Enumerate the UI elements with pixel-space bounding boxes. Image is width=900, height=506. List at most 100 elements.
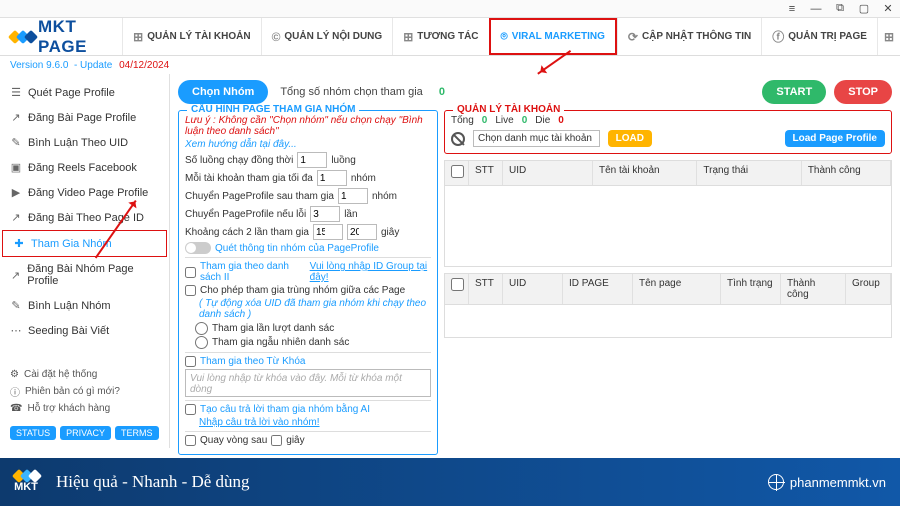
load-button[interactable]: LOAD [608, 130, 652, 147]
headset-icon: ☎ [10, 403, 22, 414]
version-number: 9.6.0 [46, 60, 68, 71]
menu-icon[interactable]: ≡ [786, 3, 798, 15]
allow-duplicate-checkbox[interactable] [185, 285, 196, 296]
update-date: 04/12/2024 [119, 60, 169, 71]
th2-uid: UID [503, 274, 563, 304]
ai-answer-checkbox[interactable] [185, 404, 196, 415]
sidebar-binh-luan-nhom[interactable]: ✎Bình Luận Nhóm [0, 293, 169, 318]
join-random-radio[interactable] [195, 336, 208, 349]
grid-icon: ⊞ [403, 30, 413, 44]
sidebar-dang-video[interactable]: ▶Đăng Video Page Profile [0, 180, 169, 205]
account-category-select[interactable]: Chọn danh mục tài khoản [473, 130, 600, 147]
info-icon: ⓘ [10, 384, 20, 399]
each-account-input[interactable] [317, 170, 347, 186]
switch-after-input[interactable] [338, 188, 368, 204]
minimize-icon[interactable]: — [810, 3, 822, 15]
th2-idpage: ID PAGE [563, 274, 633, 304]
nav-content[interactable]: ©QUẢN LÝ NỘI DUNG [261, 18, 393, 55]
window-titlebar: ≡ — ⧉ ▢ ✕ [0, 0, 900, 18]
footer-tagline: Hiệu quả - Nhanh - Dễ dùng [56, 472, 250, 492]
stop-button[interactable]: STOP [834, 80, 892, 104]
join-sequential-radio[interactable] [195, 322, 208, 335]
pages-table-body [445, 305, 891, 337]
sidebar-footer-links: ⚙Cài đặt hệ thống ⓘPhiên bản có gì mới? … [0, 361, 169, 422]
join-icon: ✚ [13, 237, 25, 250]
keyword-textarea[interactable]: Vui lòng nhập từ khóa vào đây. Mỗi từ kh… [185, 369, 431, 397]
content-area: Chọn Nhóm Tổng số nhóm chọn tham gia 0 S… [170, 74, 900, 448]
sidebar-seeding[interactable]: ⋯Seeding Bài Viết [0, 318, 169, 343]
config-panel: CẤU HÌNH PAGE THAM GIA NHÓM Lưu ý : Khôn… [178, 110, 438, 455]
nav-viral-marketing[interactable]: ⌾VIRAL MARKETING [489, 18, 617, 55]
start-button[interactable]: START [762, 80, 826, 104]
scan-label: Quét thông tin nhóm của PageProfile [215, 243, 379, 254]
select-all-accounts-checkbox[interactable] [451, 165, 464, 178]
loop-checkbox[interactable] [185, 435, 196, 446]
choose-group-button[interactable]: Chọn Nhóm [178, 80, 268, 104]
seed-icon: ⋯ [10, 324, 22, 337]
refresh-icon: ⟳ [628, 30, 638, 44]
join-by-keyword-checkbox[interactable] [185, 356, 196, 367]
maximize-icon[interactable]: ▢ [858, 2, 870, 15]
status-badge[interactable]: STATUS [10, 426, 56, 440]
main-area: ☰Quét Page Profile ↗Đăng Bài Page Profil… [0, 74, 900, 448]
join-list2-checkbox[interactable] [185, 267, 196, 278]
privacy-badge[interactable]: PRIVACY [60, 426, 111, 440]
grid-icon: ⊞ [133, 30, 143, 44]
input-group-ids-link[interactable]: Vui lòng nhập ID Group tại đây! [310, 261, 431, 283]
logo-icon [10, 32, 34, 42]
config-note: Lưu ý : Không cần "Chọn nhóm" nếu chọn c… [185, 115, 431, 137]
sidebar-dang-reels[interactable]: ▣Đăng Reels Facebook [0, 155, 169, 180]
nav-more[interactable]: ⊞ [877, 18, 900, 55]
guide-link[interactable]: Xem hướng dẫn tại đây... [185, 139, 431, 150]
pages-table: STT UID ID PAGE Tên page Tình trạng Thàn… [444, 273, 892, 338]
app-header: MKT PAGE ⊞QUẢN LÝ TÀI KHOẢN ©QUẢN LÝ NỘI… [0, 18, 900, 56]
delay-max-input[interactable] [347, 224, 377, 240]
reels-icon: ▣ [10, 161, 22, 174]
th-name: Tên tài khoản [593, 161, 697, 185]
settings-link[interactable]: ⚙Cài đặt hệ thống [10, 367, 159, 382]
post-icon: ↗ [10, 269, 21, 282]
video-icon: ▶ [10, 186, 22, 199]
th-status: Trạng thái [697, 161, 801, 185]
sidebar-badges: STATUS PRIVACY TERMS [0, 422, 169, 448]
retry-input[interactable] [310, 206, 340, 222]
globe-icon [768, 474, 784, 490]
nav-page-admin[interactable]: ⓕQUẢN TRỊ PAGE [761, 18, 877, 55]
list-icon: ☰ [10, 86, 22, 99]
sidebar-binh-luan-uid[interactable]: ✎Bình Luận Theo UID [0, 130, 169, 155]
comment-icon: ✎ [10, 299, 22, 312]
delay-min-input[interactable] [313, 224, 343, 240]
restore-icon[interactable]: ⧉ [834, 2, 846, 15]
select-all-pages-checkbox[interactable] [451, 278, 464, 291]
sidebar-dang-bai-pageid[interactable]: ↗Đăng Bài Theo Page ID [0, 205, 169, 230]
whatsnew-link[interactable]: ⓘPhiên bản có gì mới? [10, 382, 159, 401]
footer-logo: MKT [14, 471, 38, 493]
footer-site[interactable]: phanmemmkt.vn [768, 474, 886, 490]
sidebar-dang-bai-page[interactable]: ↗Đăng Bài Page Profile [0, 105, 169, 130]
sidebar-dang-bai-nhom[interactable]: ↗Đăng Bài Nhóm Page Profile [0, 257, 169, 293]
accounts-table-body [445, 186, 891, 266]
post-icon: ↗ [10, 111, 22, 124]
terms-badge[interactable]: TERMS [115, 426, 159, 440]
loop-value-input[interactable] [271, 435, 282, 446]
ai-answer-link[interactable]: Nhập câu trả lời vào nhóm! [199, 417, 431, 428]
sidebar-tham-gia-nhom[interactable]: ✚Tham Gia Nhóm [2, 230, 167, 257]
load-page-profile-button[interactable]: Load Page Profile [785, 130, 885, 147]
th-stt: STT [469, 161, 503, 185]
sidebar-quet-page[interactable]: ☰Quét Page Profile [0, 80, 169, 105]
scan-toggle[interactable] [185, 242, 211, 254]
th2-pagename: Tên page [633, 274, 721, 304]
nav-update-info[interactable]: ⟳CẬP NHẬT THÔNG TIN [617, 18, 761, 55]
nav-accounts[interactable]: ⊞QUẢN LÝ TÀI KHOẢN [122, 18, 260, 55]
accounts-panel: QUẢN LÝ TÀI KHOẢN Tổng0 Live0 Die0 Chọn … [444, 110, 892, 154]
app-logo: MKT PAGE [0, 17, 122, 57]
support-link[interactable]: ☎Hỗ trợ khách hàng [10, 401, 159, 416]
logo-text: MKT PAGE [38, 17, 122, 57]
th2-group: Group [846, 274, 891, 304]
threads-input[interactable] [297, 152, 327, 168]
target-icon: ⌾ [501, 29, 508, 44]
th2-success: Thành công [781, 274, 846, 304]
nav-interact[interactable]: ⊞TƯƠNG TÁC [392, 18, 488, 55]
close-icon[interactable]: ✕ [882, 2, 894, 15]
total-groups-value: 0 [439, 86, 445, 98]
